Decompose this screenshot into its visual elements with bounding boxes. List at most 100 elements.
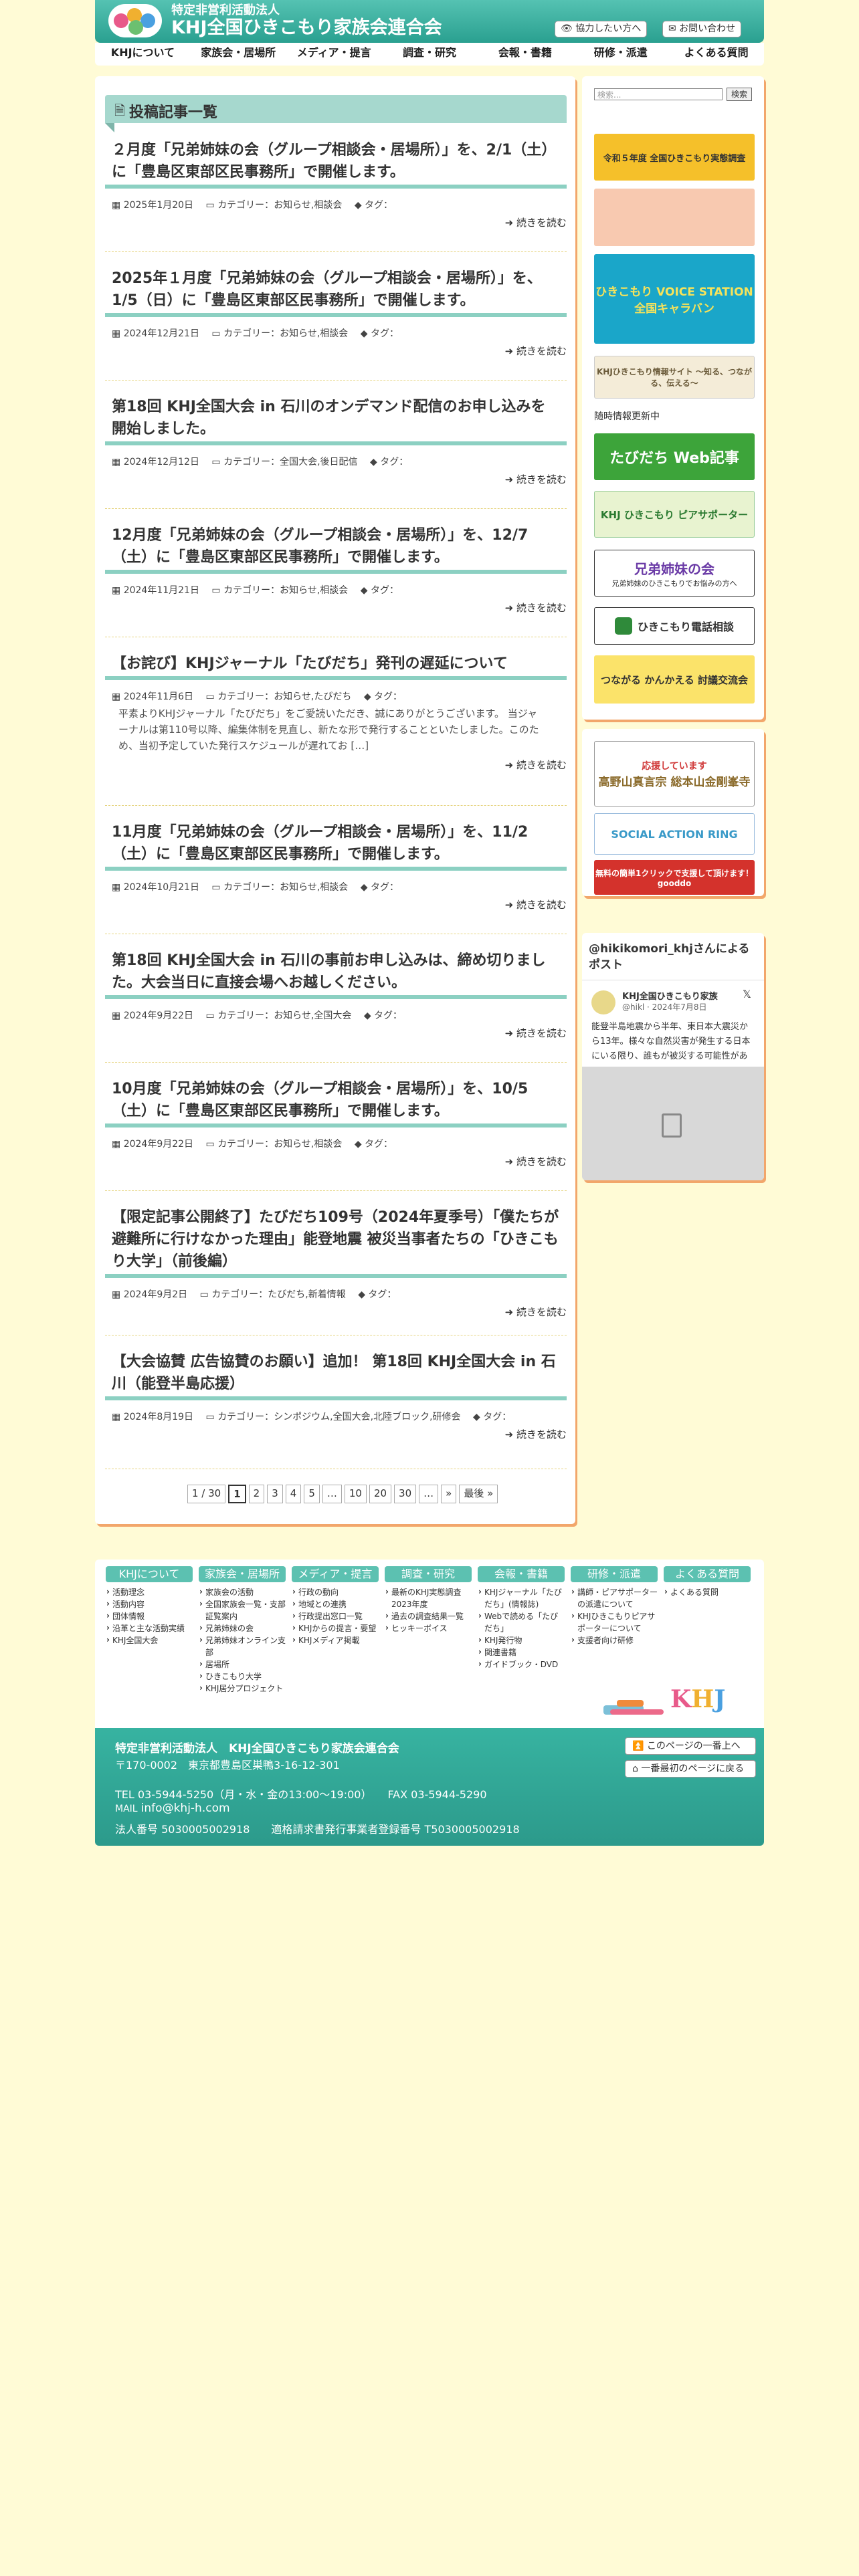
footer-link[interactable]: KHJ全国大会: [106, 1634, 193, 1646]
post-title[interactable]: 第18回 KHJ全国大会 in 石川の事前お申し込みは、締め切りました。大会当日…: [105, 950, 567, 994]
nav-item-media[interactable]: メディア・提言: [286, 43, 382, 66]
nav-item-research[interactable]: 調査・研究: [382, 43, 478, 66]
post-categories[interactable]: 全国大会,後日配信: [280, 457, 357, 467]
footer-column-title[interactable]: 会報・書籍: [478, 1566, 565, 1582]
post-categories[interactable]: シンポジウム,全国大会,北陸ブロック,研修会: [274, 1412, 460, 1422]
search-button[interactable]: 検索: [727, 88, 752, 101]
tweet-name[interactable]: KHJ全国ひきこもり家族: [622, 989, 718, 1002]
cooperate-button[interactable]: 👁 協力したい方へ: [555, 21, 648, 37]
footer-link[interactable]: ヒッキーボイス: [385, 1622, 472, 1634]
survey-banner[interactable]: 令和５年度 全国ひきこもり実態調査: [594, 134, 755, 181]
footer-link[interactable]: 最新のKHJ実態調査2023年度: [385, 1586, 472, 1610]
site-logo[interactable]: [108, 4, 162, 37]
mail-link[interactable]: info@khj-h.com: [141, 1802, 230, 1815]
footer-link[interactable]: KHJからの提言・要望: [292, 1622, 379, 1634]
post-title[interactable]: 【限定記事公開終了】たびだち109号（2024年夏季号）「僕たちが避難所に行けな…: [105, 1206, 567, 1273]
footer-link[interactable]: 家族会の活動: [199, 1586, 286, 1598]
peer-supporter-banner[interactable]: KHJ ひきこもり ピアサポーター: [594, 491, 755, 538]
page-link[interactable]: 2: [248, 1485, 265, 1503]
footer-link[interactable]: 行政提出窓口一覧: [292, 1610, 379, 1622]
koyasan-banner[interactable]: 応援しています 高野山真言宗 総本山金剛峯寺: [594, 741, 755, 807]
post-title[interactable]: 10月度「兄弟姉妹の会（グループ相談会・居場所）」を、10/5（土）に「豊島区東…: [105, 1078, 567, 1122]
event-banner[interactable]: [594, 189, 755, 246]
post-categories[interactable]: お知らせ,相談会: [280, 328, 348, 339]
tweet-media[interactable]: [582, 1067, 764, 1180]
forum-banner[interactable]: つながる かんかえる 討議交流会: [594, 655, 755, 704]
tabidachi-web-banner[interactable]: たびだち Web記事: [594, 433, 755, 480]
post-title[interactable]: 2025年１月度「兄弟姉妹の会（グループ相談会・居場所）」を、1/5（日）に「豊…: [105, 267, 567, 312]
footer-link[interactable]: よくある質問: [664, 1586, 751, 1598]
footer-link[interactable]: 地域との連携: [292, 1598, 379, 1610]
footer-link[interactable]: 関連書籍: [478, 1646, 565, 1658]
info-site-banner[interactable]: KHJひきこもり情報サイト ～知る、つながる、伝える～: [594, 356, 755, 399]
footer-link[interactable]: KHJ居分プロジェクト: [199, 1682, 286, 1695]
post-title[interactable]: 12月度「兄弟姉妹の会（グループ相談会・居場所）」を、12/7（土）に「豊島区東…: [105, 524, 567, 568]
post-categories[interactable]: お知らせ,相談会: [274, 1139, 342, 1150]
post-title[interactable]: 【お詫び】KHJジャーナル「たびだち」発刊の遅延について: [105, 653, 567, 675]
footer-column-title[interactable]: KHJについて: [106, 1566, 193, 1582]
x-logo-icon[interactable]: 𝕏: [743, 988, 751, 1000]
nav-item-family[interactable]: 家族会・居場所: [191, 43, 286, 66]
footer-link[interactable]: 過去の調査結果一覧: [385, 1610, 472, 1622]
page-link[interactable]: 10: [344, 1485, 367, 1503]
footer-link[interactable]: 行政の動向: [292, 1586, 379, 1598]
post-title[interactable]: 第18回 KHJ全国大会 in 石川のオンデマンド配信のお申し込みを開始しました…: [105, 396, 567, 440]
site-title[interactable]: 特定非営利活動法人 KHJ全国ひきこもり家族会連合会: [171, 4, 442, 39]
post-categories[interactable]: お知らせ,相談会: [280, 585, 348, 596]
nav-item-about[interactable]: KHJについて: [95, 43, 191, 66]
footer-link[interactable]: KHJ発行物: [478, 1634, 565, 1646]
footer-link[interactable]: KHJメディア掲載: [292, 1634, 379, 1646]
post-categories[interactable]: お知らせ,全国大会: [274, 1010, 351, 1021]
page-link[interactable]: 5: [304, 1485, 320, 1503]
footer-link[interactable]: 団体情報: [106, 1610, 193, 1622]
voice-station-banner[interactable]: ひきこもり VOICE STATION 全国キャラバン: [594, 254, 755, 344]
page-link[interactable]: 3: [267, 1485, 283, 1503]
read-more-link[interactable]: ➜ 続きを読む: [105, 344, 567, 358]
footer-column-title[interactable]: 家族会・居場所: [199, 1566, 286, 1582]
read-more-link[interactable]: ➜ 続きを読む: [105, 758, 567, 772]
post-categories[interactable]: お知らせ,たびだち: [274, 691, 351, 702]
footer-column-title[interactable]: メディア・提言: [292, 1566, 379, 1582]
read-more-link[interactable]: ➜ 続きを読む: [105, 897, 567, 911]
read-more-link[interactable]: ➜ 続きを読む: [105, 472, 567, 486]
page-link[interactable]: 20: [369, 1485, 392, 1503]
home-button[interactable]: ⌂ 一番最初のページに戻る: [625, 1760, 756, 1778]
post-title[interactable]: 【大会協賛 広告協賛のお願い】追加！ 第18回 KHJ全国大会 in 石川（能登…: [105, 1351, 567, 1395]
post-title[interactable]: ２月度「兄弟姉妹の会（グループ相談会・居場所）」を、2/1（土）に「豊島区東部区…: [105, 139, 567, 183]
page-link[interactable]: »: [441, 1485, 457, 1503]
footer-link[interactable]: KHJジャーナル「たびだち」(情報誌): [478, 1586, 565, 1610]
footer-column-title[interactable]: よくある質問: [664, 1566, 751, 1582]
nav-item-training[interactable]: 研修・派遣: [573, 43, 668, 66]
post-categories[interactable]: たびだち,新着情報: [268, 1289, 345, 1300]
footer-link[interactable]: 支援者向け研修: [571, 1634, 658, 1646]
social-action-ring-banner[interactable]: SOCIAL ACTION RING: [594, 813, 755, 855]
page-link[interactable]: 4: [285, 1485, 302, 1503]
post-title[interactable]: 11月度「兄弟姉妹の会（グループ相談会・居場所）」を、11/2（土）に「豊島区東…: [105, 821, 567, 865]
footer-link[interactable]: 活動内容: [106, 1598, 193, 1610]
footer-link[interactable]: ガイドブック・DVD: [478, 1658, 565, 1671]
nav-item-books[interactable]: 会報・書籍: [477, 43, 573, 66]
sibling-banner[interactable]: 兄弟姉妹の会 兄弟姉妹のひきこもりでお悩みの方へ: [594, 550, 755, 597]
page-link[interactable]: 最後 »: [459, 1485, 498, 1503]
read-more-link[interactable]: ➜ 続きを読む: [105, 1305, 567, 1319]
phone-consult-banner[interactable]: ひきこもり電話相談: [594, 607, 755, 645]
post-categories[interactable]: お知らせ,相談会: [274, 200, 342, 211]
footer-link[interactable]: 兄弟姉妹オンライン支部: [199, 1634, 286, 1658]
footer-column-title[interactable]: 調査・研究: [385, 1566, 472, 1582]
footer-link[interactable]: 全国家族会一覧・支部証覧案内: [199, 1598, 286, 1622]
read-more-link[interactable]: ➜ 続きを読む: [105, 215, 567, 229]
page-link[interactable]: 30: [394, 1485, 417, 1503]
tweet-avatar[interactable]: [591, 990, 615, 1014]
page-top-button[interactable]: ⏫ このページの一番上へ: [625, 1737, 756, 1755]
footer-link[interactable]: KHJひきこもりピアサポーターについて: [571, 1610, 658, 1634]
read-more-link[interactable]: ➜ 続きを読む: [105, 1427, 567, 1441]
footer-link[interactable]: 居場所: [199, 1658, 286, 1671]
contact-button[interactable]: ✉ お問い合わせ: [662, 21, 742, 37]
footer-link[interactable]: 講師・ピアサポーターの派遣について: [571, 1586, 658, 1610]
gooddo-banner[interactable]: 無料の簡単1クリックで支援して頂けます！ gooddo: [594, 860, 755, 895]
read-more-link[interactable]: ➜ 続きを読む: [105, 1154, 567, 1168]
search-input[interactable]: 検索...: [594, 88, 723, 100]
nav-item-faq[interactable]: よくある質問: [668, 43, 764, 66]
footer-link[interactable]: 沿革と主な活動実績: [106, 1622, 193, 1634]
footer-link[interactable]: Webで読める「たびだち」: [478, 1610, 565, 1634]
